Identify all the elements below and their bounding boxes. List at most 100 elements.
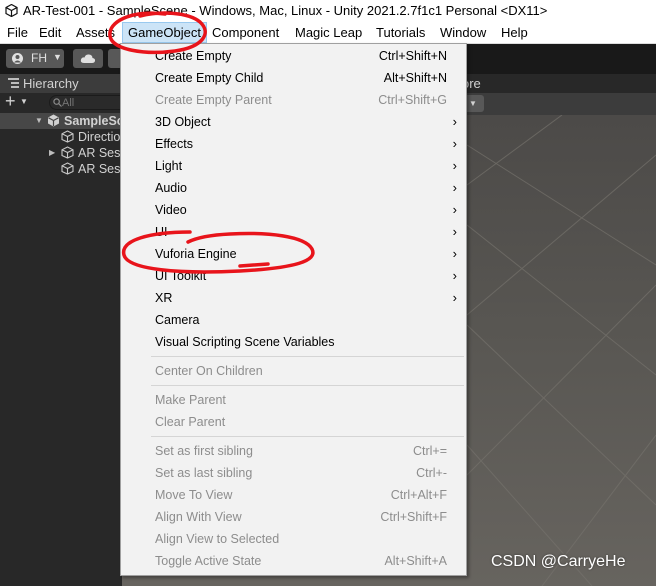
- gameobject-cube-icon: [61, 162, 74, 175]
- menu-item-label: Video: [155, 203, 187, 217]
- menu-item-vuforia-engine[interactable]: Vuforia Engine ›: [121, 243, 466, 265]
- submenu-arrow-icon: ›: [452, 224, 457, 239]
- menu-assets[interactable]: Assets: [71, 22, 124, 43]
- menu-item-toggle-active-state[interactable]: Toggle Active State Alt+Shift+A: [121, 550, 466, 572]
- hierarchy-search[interactable]: [49, 95, 122, 110]
- hierarchy-tree: ▼ SampleScene Directional Light ▶ AR Ses…: [0, 112, 180, 586]
- menu-help[interactable]: Help: [496, 22, 533, 43]
- submenu-arrow-icon: ›: [452, 268, 457, 283]
- submenu-arrow-icon: ›: [452, 180, 457, 195]
- submenu-arrow-icon: ›: [452, 136, 457, 151]
- menu-item-label: Camera: [155, 313, 200, 327]
- unity-logo-icon: [5, 4, 18, 17]
- menu-gameobject[interactable]: GameObject: [122, 22, 207, 43]
- menu-item-label: Create Empty Parent: [155, 93, 272, 107]
- submenu-arrow-icon: ›: [452, 290, 457, 305]
- menu-item-set-first-sibling[interactable]: Set as first sibling Ctrl+=: [121, 440, 466, 462]
- menu-edit[interactable]: Edit: [34, 22, 66, 43]
- gameobject-cube-icon: [61, 130, 74, 143]
- menu-separator: [151, 436, 464, 437]
- expand-arrow-icon[interactable]: ▶: [49, 148, 55, 157]
- chevron-down-icon: ▼: [53, 52, 62, 62]
- menu-item-shortcut: Ctrl+=: [412, 444, 447, 458]
- cloud-button[interactable]: [73, 49, 103, 68]
- menu-item-shortcut: Ctrl+Shift+F: [380, 510, 447, 524]
- hierarchy-tab[interactable]: Hierarchy: [0, 74, 122, 93]
- menu-item-label: Align View to Selected: [155, 532, 280, 546]
- add-object-icon[interactable]: +: [5, 91, 16, 112]
- menu-item-clear-parent[interactable]: Clear Parent: [121, 411, 466, 433]
- menu-component[interactable]: Component: [207, 22, 284, 43]
- menu-item-ui-toolkit[interactable]: UI Toolkit ›: [121, 265, 466, 287]
- menu-item-label: Set as last sibling: [155, 466, 253, 480]
- menu-item-align-view-to-selected[interactable]: Align View to Selected: [121, 528, 466, 550]
- menu-item-shortcut: Ctrl+Alt+F: [390, 488, 447, 502]
- menu-separator: [151, 356, 464, 357]
- watermark: CSDN @CarryeHe: [491, 553, 626, 570]
- menu-item-shortcut: Ctrl+-: [416, 466, 447, 480]
- expand-arrow-icon[interactable]: ▼: [35, 116, 43, 125]
- tree-row[interactable]: Directional Light: [0, 129, 168, 145]
- menu-item-align-with-view[interactable]: Align With View Ctrl+Shift+F: [121, 506, 466, 528]
- hierarchy-tab-label: Hierarchy: [23, 76, 79, 91]
- window-titlebar: AR-Test-001 - SampleScene - Windows, Mac…: [0, 0, 656, 22]
- menu-item-camera[interactable]: Camera: [121, 309, 466, 331]
- gameobject-cube-icon: [61, 146, 74, 159]
- tree-row-scene[interactable]: ▼ SampleScene: [0, 113, 145, 129]
- menu-file[interactable]: File: [2, 22, 33, 43]
- chevron-down-icon[interactable]: ▼: [20, 97, 28, 106]
- menu-item-ui[interactable]: UI ›: [121, 221, 466, 243]
- menu-item-effects[interactable]: Effects ›: [121, 133, 466, 155]
- menu-item-3d-object[interactable]: 3D Object ›: [121, 111, 466, 133]
- menu-item-create-empty-child[interactable]: Create Empty Child Alt+Shift+N: [121, 67, 466, 89]
- menu-item-label: Light: [155, 159, 183, 173]
- menu-item-label: UI Toolkit: [155, 269, 207, 283]
- menu-item-xr[interactable]: XR ›: [121, 287, 466, 309]
- tree-row[interactable]: AR Session: [0, 161, 143, 177]
- menu-item-label: 3D Object: [155, 115, 211, 129]
- toolbar-button-partial[interactable]: [108, 49, 120, 68]
- hierarchy-list-icon: [8, 78, 19, 88]
- menu-item-light[interactable]: Light ›: [121, 155, 466, 177]
- menu-item-label: Visual Scripting Scene Variables: [155, 335, 335, 349]
- unity-scene-icon: [48, 114, 59, 127]
- submenu-arrow-icon: ›: [452, 246, 457, 261]
- window-title: AR-Test-001 - SampleScene - Windows, Mac…: [23, 3, 548, 18]
- menu-item-label: Move To View: [155, 488, 233, 502]
- menu-item-create-empty-parent[interactable]: Create Empty Parent Ctrl+Shift+G: [121, 89, 466, 111]
- menu-window[interactable]: Window: [435, 22, 491, 43]
- menu-item-visual-scripting-scene-variables[interactable]: Visual Scripting Scene Variables: [121, 331, 466, 353]
- submenu-arrow-icon: ›: [452, 202, 457, 217]
- menu-item-shortcut: Alt+Shift+A: [384, 554, 447, 568]
- menu-item-label: Make Parent: [155, 393, 226, 407]
- menu-separator: [151, 385, 464, 386]
- menu-item-audio[interactable]: Audio ›: [121, 177, 466, 199]
- search-icon: [53, 98, 62, 107]
- menu-item-shortcut: Alt+Shift+N: [383, 71, 447, 85]
- menu-tutorials[interactable]: Tutorials: [371, 22, 430, 43]
- menu-item-video[interactable]: Video ›: [121, 199, 466, 221]
- tree-row[interactable]: ▶ AR Session Origin: [0, 145, 180, 161]
- menu-item-label: Create Empty Child: [155, 71, 264, 85]
- menu-item-center-on-children[interactable]: Center On Children: [121, 360, 466, 382]
- menu-item-label: Center On Children: [155, 364, 263, 378]
- menu-item-label: UI: [155, 225, 168, 239]
- submenu-arrow-icon: ›: [452, 158, 457, 173]
- menu-item-create-empty[interactable]: Create Empty Ctrl+Shift+N: [121, 45, 466, 67]
- menu-item-move-to-view[interactable]: Move To View Ctrl+Alt+F: [121, 484, 466, 506]
- hierarchy-search-input[interactable]: [62, 96, 120, 109]
- menu-item-label: Toggle Active State: [155, 554, 262, 568]
- menu-item-shortcut: Ctrl+Shift+N: [378, 49, 447, 63]
- menu-item-label: Clear Parent: [155, 415, 226, 429]
- account-dropdown[interactable]: FH ▼: [6, 49, 64, 68]
- menu-item-label: Effects: [155, 137, 193, 151]
- menu-item-set-last-sibling[interactable]: Set as last sibling Ctrl+-: [121, 462, 466, 484]
- main-menubar: File Edit Assets GameObject Component Ma…: [0, 22, 656, 44]
- menu-magic-leap[interactable]: Magic Leap: [290, 22, 367, 43]
- cloud-icon: [80, 54, 96, 63]
- menu-item-label: Create Empty: [155, 49, 232, 63]
- account-icon: [12, 53, 23, 64]
- menu-item-label: Vuforia Engine: [155, 247, 237, 261]
- menu-item-label: Set as first sibling: [155, 444, 253, 458]
- menu-item-make-parent[interactable]: Make Parent: [121, 389, 466, 411]
